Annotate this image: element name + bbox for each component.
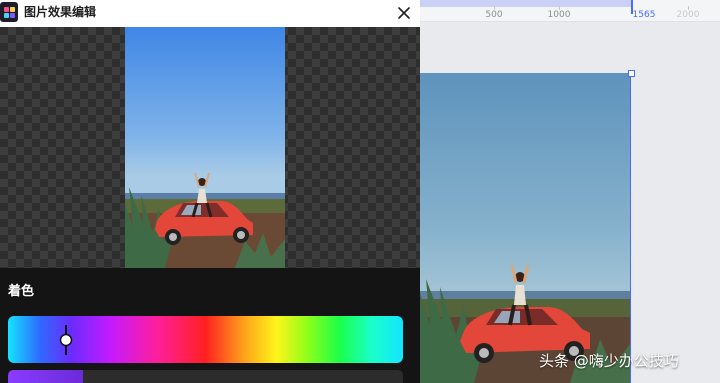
close-icon [398,7,410,19]
ruler-tick-label: 500 [485,10,503,20]
resize-handle-top-right[interactable] [628,70,635,77]
canvas-editor: 500 1000 1565 2000 头条 @嗨少办公技巧 [420,0,720,383]
image-effect-dialog: 图片效果编辑 着色 [0,0,420,383]
saturation-slider[interactable] [8,370,403,383]
hue-slider-thumb[interactable] [59,325,73,355]
hue-slider[interactable] [8,316,403,363]
canvas-image[interactable] [420,73,631,383]
preview-photo [125,27,285,268]
ruler-selection-range [420,0,632,7]
saturation-slider-fill [8,370,84,383]
ruler-tick-label-active: 1565 [632,10,656,20]
ruler-tick-label: 2000 [676,10,700,20]
ruler-tick-label: 1000 [547,10,571,20]
watermark: 头条 @嗨少办公技巧 [539,348,679,372]
section-title-tint: 着色 [8,284,35,299]
close-button[interactable] [393,2,415,24]
app-logo-icon [0,2,18,22]
preview-area [0,27,420,268]
dialog-titlebar: 图片效果编辑 [0,0,420,27]
watermark-text: 头条 @嗨少办公技巧 [539,351,679,370]
top-ruler: 500 1000 1565 2000 [420,0,720,22]
dialog-title: 图片效果编辑 [24,5,97,19]
app-window: 图片效果编辑 着色 500 1000 1565 2000 头条 @嗨少办公技巧 [0,0,720,383]
